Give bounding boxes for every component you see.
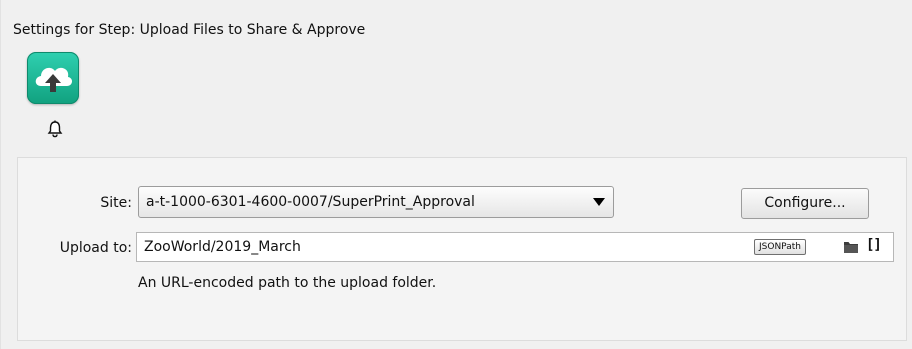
upload-to-value: ZooWorld/2019_March <box>144 239 301 255</box>
cloud-upload-icon[interactable] <box>27 52 79 104</box>
chevron-down-icon[interactable] <box>593 198 605 206</box>
folder-icon[interactable] <box>843 240 859 254</box>
upload-to-field[interactable]: ZooWorld/2019_March JSONPath [] <box>136 232 894 262</box>
settings-window: Settings for Step: Upload Files to Share… <box>0 0 912 349</box>
upload-to-label: Upload to: <box>59 240 132 256</box>
brackets-icon[interactable]: [] <box>866 237 882 253</box>
upload-to-hint: An URL-encoded path to the upload folder… <box>138 275 437 291</box>
bell-icon[interactable] <box>47 120 63 138</box>
page-title: Settings for Step: Upload Files to Share… <box>13 22 366 38</box>
site-selected-value: a-t-1000-6301-4600-0007/SuperPrint_Appro… <box>146 194 475 210</box>
configure-button[interactable]: Configure... <box>741 188 869 219</box>
site-select[interactable]: a-t-1000-6301-4600-0007/SuperPrint_Appro… <box>138 186 614 218</box>
site-label: Site: <box>100 195 132 211</box>
jsonpath-button[interactable]: JSONPath <box>754 239 806 255</box>
